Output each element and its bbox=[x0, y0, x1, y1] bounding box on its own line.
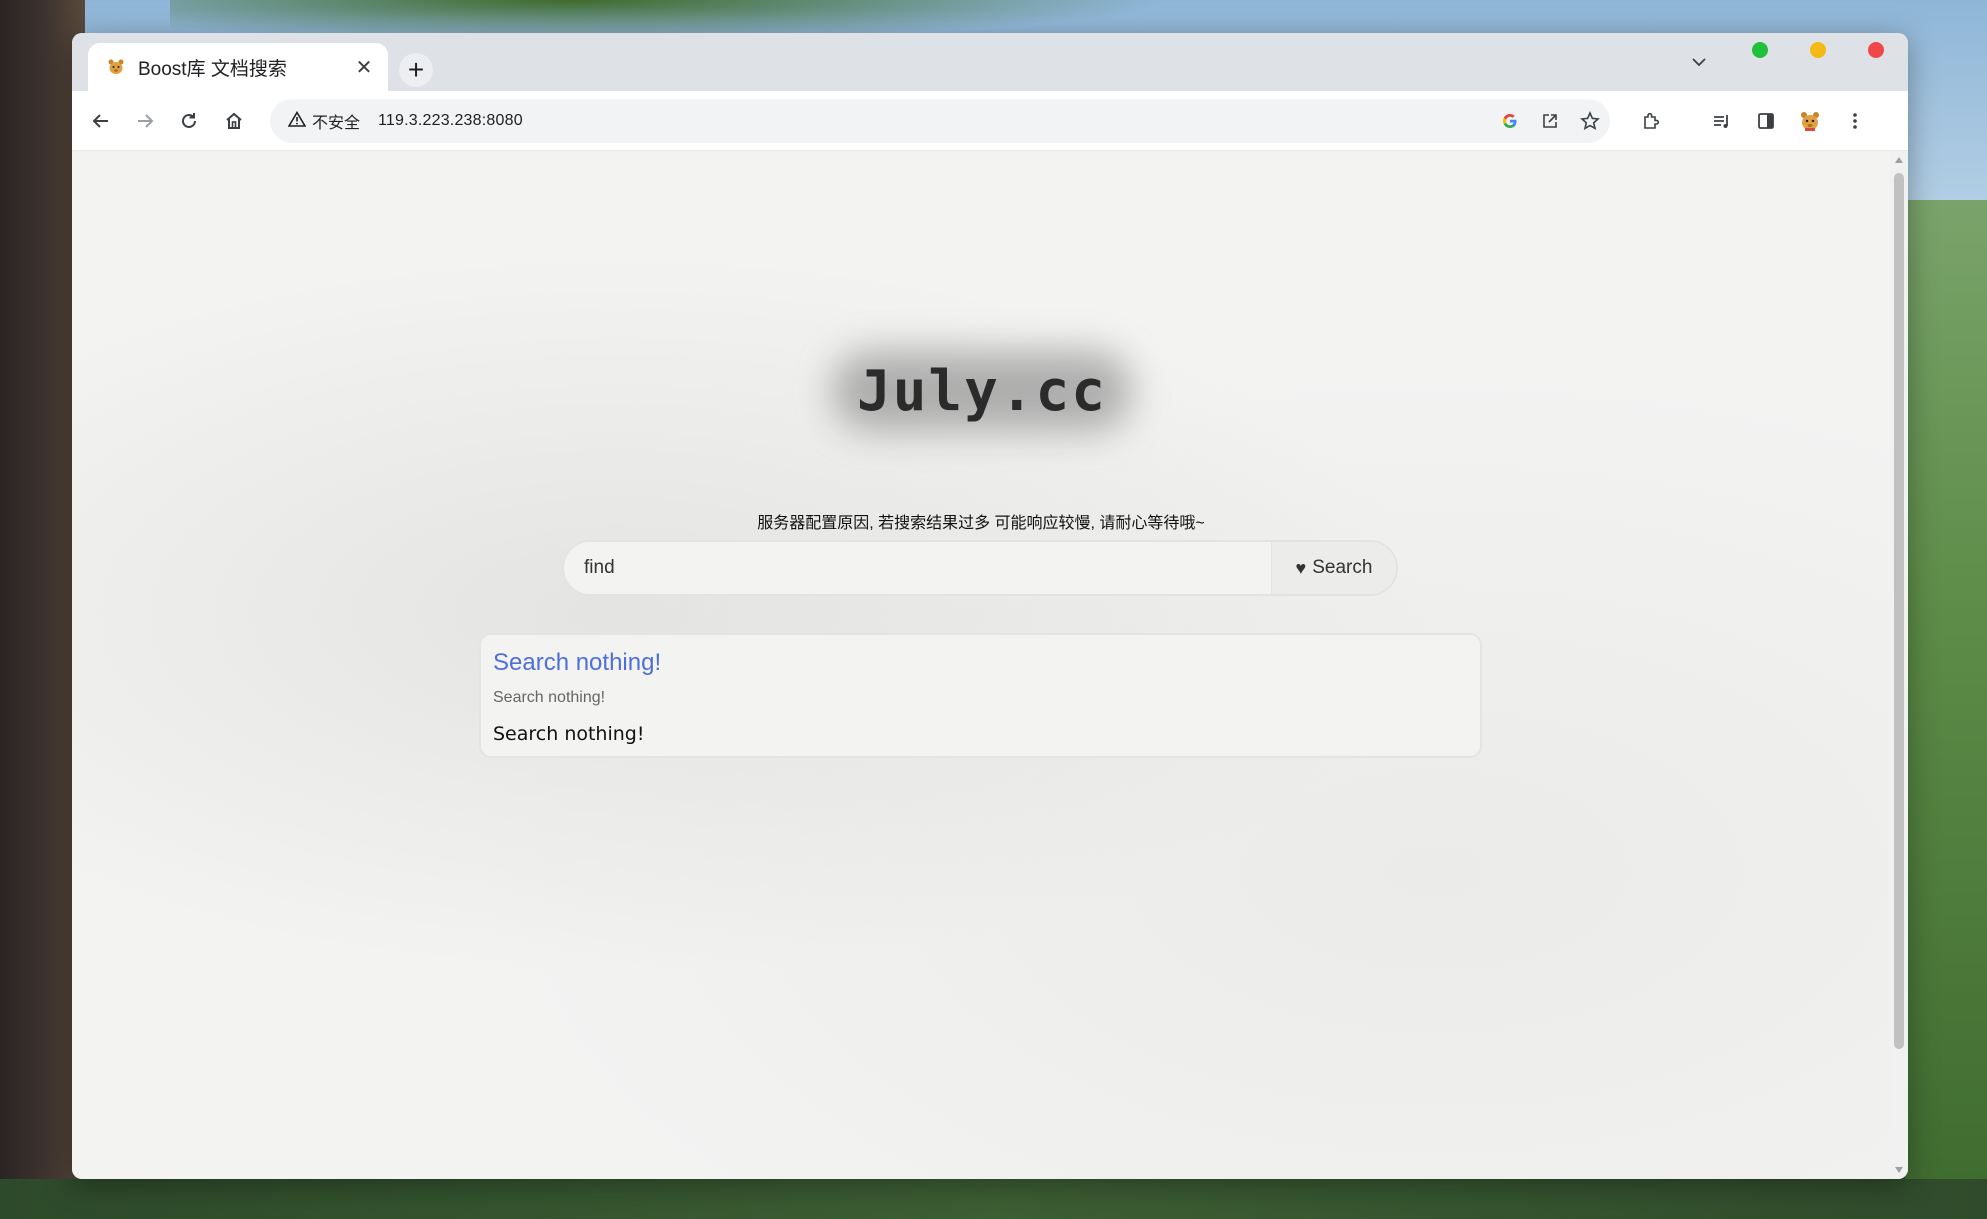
browser-toolbar: 不安全 119.3.223.238:8080 bbox=[72, 91, 1908, 151]
omnibox-actions bbox=[1490, 99, 1610, 143]
page-viewport: July.cc 服务器配置原因, 若搜索结果过多 可能响应较慢, 请耐心等待哦~… bbox=[72, 151, 1890, 1179]
back-arrow-icon[interactable] bbox=[85, 105, 117, 137]
kebab-menu-icon[interactable] bbox=[1839, 105, 1871, 137]
search-input[interactable] bbox=[564, 542, 1264, 594]
desktop-ground bbox=[0, 1179, 1987, 1219]
new-tab-button[interactable]: + bbox=[399, 53, 433, 87]
bookmark-star-icon[interactable] bbox=[1570, 99, 1610, 143]
result-title-link[interactable]: Search nothing! bbox=[493, 649, 661, 677]
tab-strip: Boost库 文档搜索 ✕ + bbox=[72, 33, 1908, 91]
security-chip[interactable]: 不安全 bbox=[282, 104, 370, 138]
search-bar: ♥ Search bbox=[562, 540, 1398, 596]
bear-favicon-icon bbox=[106, 57, 126, 77]
tab-title: Boost库 文档搜索 bbox=[138, 58, 287, 80]
close-icon[interactable]: ✕ bbox=[350, 53, 378, 81]
logo-text: July.cc bbox=[856, 358, 1107, 424]
reload-icon[interactable] bbox=[173, 105, 205, 137]
security-label: 不安全 bbox=[312, 115, 361, 132]
tab-boost-search[interactable]: Boost库 文档搜索 ✕ bbox=[88, 43, 388, 91]
site-logo: July.cc bbox=[812, 331, 1152, 451]
window-close-button[interactable] bbox=[1868, 42, 1884, 58]
scroll-thumb[interactable] bbox=[1894, 173, 1904, 1049]
extensions-puzzle-icon[interactable] bbox=[1635, 105, 1667, 137]
search-button[interactable]: ♥ Search bbox=[1271, 542, 1396, 594]
home-icon[interactable] bbox=[218, 105, 250, 137]
result-card: Search nothing! Search nothing! Search n… bbox=[479, 633, 1482, 758]
profile-avatar[interactable] bbox=[1794, 105, 1826, 137]
forward-arrow-icon[interactable] bbox=[129, 105, 161, 137]
google-translate-icon[interactable] bbox=[1490, 99, 1530, 143]
vertical-scrollbar[interactable] bbox=[1890, 151, 1908, 1179]
warning-triangle-icon bbox=[287, 110, 307, 132]
address-bar[interactable]: 不安全 119.3.223.238:8080 bbox=[270, 99, 1610, 143]
url-text[interactable]: 119.3.223.238:8080 bbox=[378, 112, 523, 130]
side-panel-icon[interactable] bbox=[1750, 105, 1782, 137]
result-url: Search nothing! bbox=[493, 689, 606, 706]
chevron-down-icon[interactable] bbox=[1684, 47, 1714, 77]
heart-icon: ♥ bbox=[1295, 557, 1307, 578]
window-maximize-button[interactable] bbox=[1752, 42, 1768, 58]
result-description: Search nothing! bbox=[493, 723, 645, 745]
scroll-up-arrow-icon[interactable] bbox=[1895, 157, 1903, 163]
scroll-down-arrow-icon[interactable] bbox=[1895, 1167, 1903, 1173]
desktop-meadow bbox=[1905, 200, 1987, 1219]
search-button-label: Search bbox=[1312, 557, 1373, 578]
server-notice: 服务器配置原因, 若搜索结果过多 可能响应较慢, 请耐心等待哦~ bbox=[757, 515, 1205, 532]
window-minimize-button[interactable] bbox=[1810, 42, 1826, 58]
browser-window: Boost库 文档搜索 ✕ + 不安全 119.3.223.238:8080 J… bbox=[72, 33, 1908, 1179]
reading-list-icon[interactable] bbox=[1706, 105, 1738, 137]
share-icon[interactable] bbox=[1530, 99, 1570, 143]
